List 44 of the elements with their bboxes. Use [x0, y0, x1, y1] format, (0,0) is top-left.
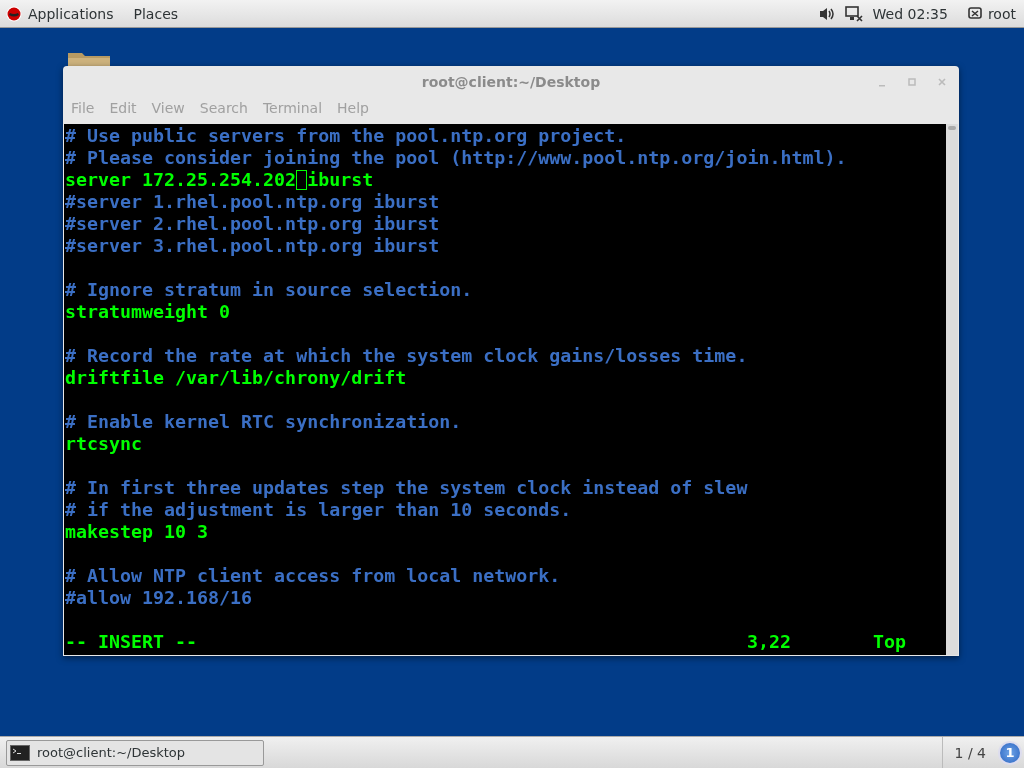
speaker-icon[interactable] — [818, 6, 835, 21]
code-comment: #server 1.rhel.pool.ntp.org iburst — [65, 191, 440, 213]
menu-item[interactable]: File — [71, 100, 95, 120]
workspace-indicator[interactable]: 1 / 4 — [941, 737, 998, 768]
menu-item[interactable]: Places — [133, 5, 179, 22]
menu-item[interactable]: Applications — [28, 5, 114, 22]
cursor-position: 3,22 — [747, 631, 793, 653]
taskbar-button[interactable]: root@client:~/Desktop — [6, 739, 264, 766]
terminal-icon — [10, 744, 30, 761]
menu-item[interactable]: Terminal — [262, 100, 323, 120]
code-comment: # Record the rate at which the system clock gains/losses time. — [65, 345, 748, 367]
code-line: iburst — [307, 169, 374, 191]
code-line: stratumweight 0 — [65, 301, 231, 323]
menu-item[interactable]: Edit — [109, 100, 137, 120]
code-comment: # if the adjustment is larger than 10 seconds. — [65, 499, 572, 521]
close-icon[interactable] — [937, 77, 947, 87]
hat-logo-icon — [6, 5, 22, 22]
notification-badge[interactable]: 1 — [998, 740, 1022, 765]
editor-mode: -- INSERT -- — [65, 631, 199, 653]
code-comment: # Enable kernel RTC synchronization. — [65, 411, 462, 433]
code-line: makestep 10 3 — [65, 521, 209, 543]
scrollbar-thumb[interactable] — [948, 126, 956, 130]
code-comment: # Please consider joining the pool (http://www.pool.ntp.org/join.html). — [65, 147, 847, 169]
network-icon[interactable] — [844, 5, 863, 22]
code-comment: # Ignore stratum in source selection. — [65, 279, 473, 301]
user-menu[interactable]: root — [967, 5, 1016, 22]
scrollbar[interactable] — [946, 124, 958, 655]
clock[interactable]: Wed 02:35 — [872, 5, 948, 22]
code-comment: #allow 192.168/16 — [65, 587, 253, 609]
code-line: server 172.25.254.202 — [65, 169, 297, 191]
maximize-icon[interactable] — [907, 77, 917, 87]
menu-item[interactable]: View — [151, 100, 185, 120]
window-title: root@client:~/Desktop — [421, 74, 601, 90]
code-line: driftfile /var/lib/chrony/drift — [65, 367, 407, 389]
code-comment: # Allow NTP client access from local network. — [65, 565, 561, 587]
scroll-position: Top — [873, 631, 907, 653]
code-comment: # Use public servers from the pool.ntp.org project. — [65, 125, 627, 147]
code-comment: # In first three updates step the system clock instead of slew — [65, 477, 748, 499]
menu-item[interactable]: Help — [337, 100, 369, 120]
code-comment: #server 2.rhel.pool.ntp.org iburst — [65, 213, 440, 235]
menu-item[interactable]: Search — [199, 100, 248, 120]
folder-icon[interactable] — [67, 52, 111, 66]
code-line: rtcsync — [65, 433, 143, 455]
code-comment: #server 3.rhel.pool.ntp.org iburst — [65, 235, 440, 257]
